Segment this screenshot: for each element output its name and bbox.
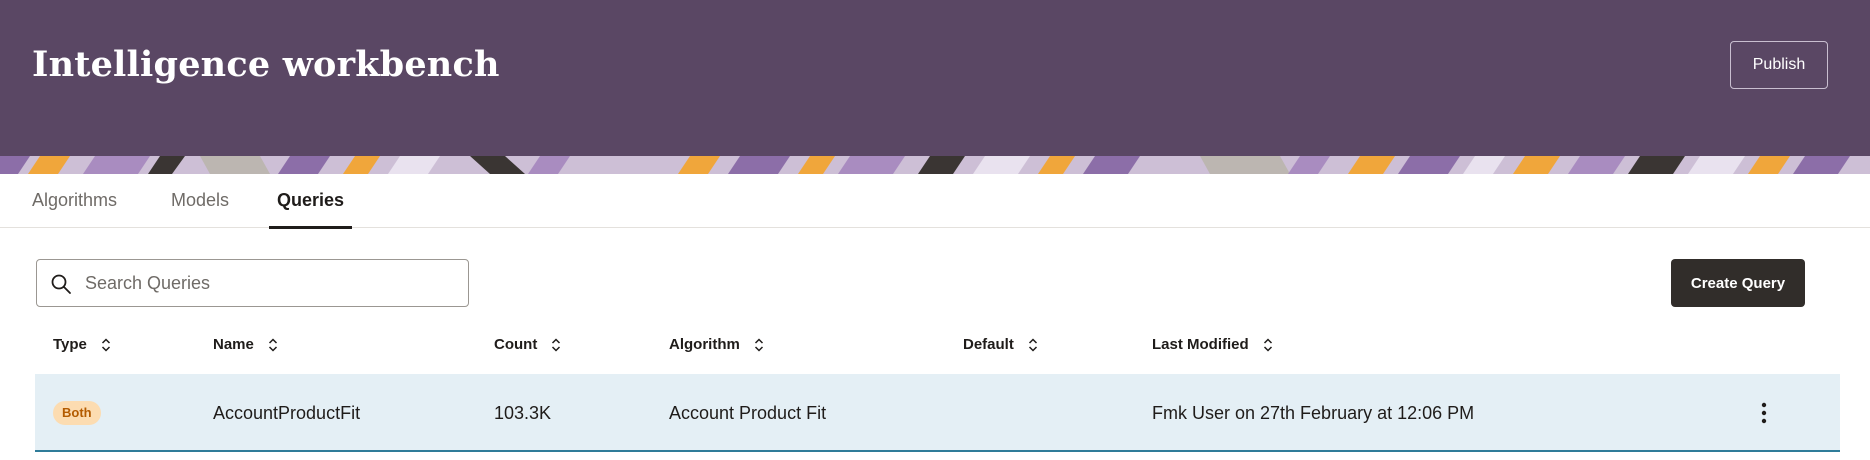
column-label-name: Name [213, 336, 254, 353]
column-header-algorithm[interactable]: Algorithm [669, 334, 764, 356]
tab-bar: Algorithms Models Queries [0, 174, 1870, 229]
more-vertical-icon[interactable] [1752, 401, 1776, 425]
table-row[interactable]: Both AccountProductFit 103.3K Account Pr… [35, 374, 1840, 452]
sort-icon[interactable] [268, 337, 278, 353]
column-label-algorithm: Algorithm [669, 336, 740, 353]
tab-models[interactable]: Models [171, 174, 229, 228]
publish-button[interactable]: Publish [1730, 41, 1828, 89]
sort-icon[interactable] [754, 337, 764, 353]
column-header-name[interactable]: Name [213, 334, 278, 356]
column-header-count[interactable]: Count [494, 334, 561, 356]
search-input[interactable] [85, 260, 460, 306]
column-label-type: Type [53, 336, 87, 353]
column-label-last-modified: Last Modified [1152, 336, 1249, 353]
tab-queries[interactable]: Queries [268, 174, 353, 229]
column-header-type[interactable]: Type [53, 334, 111, 356]
cell-algorithm: Account Product Fit [669, 403, 827, 423]
column-header-last-modified[interactable]: Last Modified [1152, 334, 1273, 356]
sort-icon[interactable] [551, 337, 561, 353]
sort-icon[interactable] [1263, 337, 1273, 353]
cell-name: AccountProductFit [213, 403, 361, 423]
cell-last-modified: Fmk User on 27th February at 12:06 PM [1152, 403, 1475, 423]
decorative-banner [0, 156, 1870, 174]
search-box [36, 259, 469, 307]
page-header: Intelligence workbench Publish [0, 0, 1870, 156]
column-label-default: Default [963, 336, 1014, 353]
column-header-default[interactable]: Default [963, 334, 1038, 356]
cell-count: 103.3K [494, 403, 552, 423]
create-query-button[interactable]: Create Query [1671, 259, 1805, 307]
sort-icon[interactable] [1028, 337, 1038, 353]
sort-icon[interactable] [101, 337, 111, 353]
tab-algorithms[interactable]: Algorithms [32, 174, 117, 228]
page-title: Intelligence workbench [32, 44, 500, 85]
column-label-count: Count [494, 336, 538, 353]
search-icon [51, 274, 71, 294]
type-badge: Both [53, 401, 101, 425]
